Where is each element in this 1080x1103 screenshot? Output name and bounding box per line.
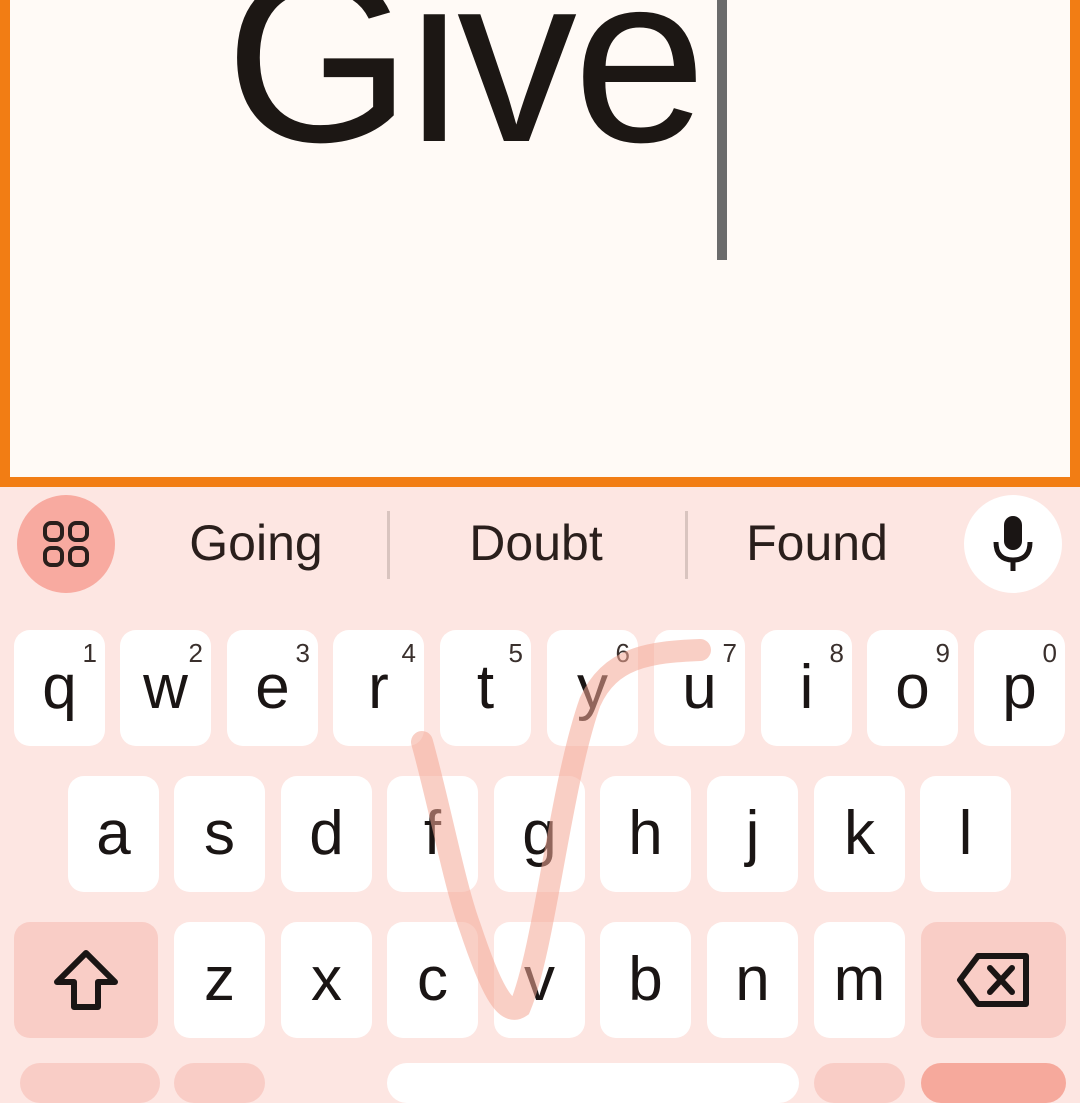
key-n[interactable]: n xyxy=(707,922,798,1038)
backspace-icon xyxy=(956,953,1029,1007)
suggestion-bar: Going Doubt Found xyxy=(0,487,1080,607)
key-w[interactable]: 2 w xyxy=(120,630,211,746)
key-g[interactable]: g xyxy=(494,776,585,892)
suggestion-1[interactable]: Going xyxy=(130,507,382,579)
period-key[interactable] xyxy=(814,1063,905,1103)
key-label: i xyxy=(799,653,814,722)
key-b[interactable]: b xyxy=(600,922,691,1038)
voice-input-button[interactable] xyxy=(964,495,1062,593)
key-label: t xyxy=(476,653,495,722)
shift-key[interactable] xyxy=(14,922,158,1038)
suggestion-2[interactable]: Doubt xyxy=(400,507,672,579)
key-label: d xyxy=(309,799,344,868)
key-label: l xyxy=(958,799,973,868)
key-f[interactable]: f xyxy=(387,776,478,892)
apps-button[interactable] xyxy=(17,495,115,593)
key-label: x xyxy=(311,945,342,1014)
microphone-icon xyxy=(993,516,1033,571)
key-label: b xyxy=(628,945,663,1014)
key-q[interactable]: 1 q xyxy=(14,630,105,746)
key-label: j xyxy=(745,799,760,868)
key-p[interactable]: 0 p xyxy=(974,630,1065,746)
key-l[interactable]: l xyxy=(920,776,1011,892)
key-label: v xyxy=(524,945,555,1014)
key-r[interactable]: 4 r xyxy=(333,630,424,746)
key-label: p xyxy=(1002,653,1037,722)
key-label: h xyxy=(628,799,663,868)
suggestion-3[interactable]: Found xyxy=(690,507,944,579)
key-label: y xyxy=(577,653,608,722)
key-label: u xyxy=(682,653,717,722)
key-j[interactable]: j xyxy=(707,776,798,892)
enter-key[interactable] xyxy=(921,1063,1066,1103)
key-m[interactable]: m xyxy=(814,922,905,1038)
comma-key[interactable] xyxy=(174,1063,265,1103)
key-label: s xyxy=(204,799,235,868)
key-label: m xyxy=(833,945,886,1014)
key-label: w xyxy=(143,653,188,722)
symbols-key[interactable] xyxy=(20,1063,160,1103)
key-z[interactable]: z xyxy=(174,922,265,1038)
key-y[interactable]: 6 y xyxy=(547,630,638,746)
key-label: q xyxy=(42,653,77,722)
apps-grid-icon xyxy=(43,521,89,567)
key-x[interactable]: x xyxy=(281,922,372,1038)
key-label: a xyxy=(96,799,131,868)
key-label: z xyxy=(204,945,235,1014)
key-d[interactable]: d xyxy=(281,776,372,892)
key-v[interactable]: v xyxy=(494,922,585,1038)
key-label: k xyxy=(844,799,875,868)
key-k[interactable]: k xyxy=(814,776,905,892)
key-s[interactable]: s xyxy=(174,776,265,892)
typed-text: Give xyxy=(225,0,706,192)
suggestion-divider xyxy=(685,511,688,579)
text-input-area[interactable]: Give xyxy=(0,0,1080,487)
backspace-key[interactable] xyxy=(921,922,1066,1038)
key-label: n xyxy=(735,945,770,1014)
suggestion-divider xyxy=(387,511,390,579)
key-h[interactable]: h xyxy=(600,776,691,892)
text-cursor xyxy=(717,0,727,260)
shift-arrow-icon xyxy=(54,950,118,1010)
key-label: r xyxy=(368,653,389,722)
on-screen-keyboard: Going Doubt Found 1 q 2 w 3 e 4 r 5 t 6 … xyxy=(0,487,1080,1103)
key-i[interactable]: 8 i xyxy=(761,630,852,746)
key-label: c xyxy=(417,945,448,1014)
key-t[interactable]: 5 t xyxy=(440,630,531,746)
key-label: e xyxy=(255,653,290,722)
key-o[interactable]: 9 o xyxy=(867,630,958,746)
space-key[interactable] xyxy=(387,1063,799,1103)
key-e[interactable]: 3 e xyxy=(227,630,318,746)
key-label: o xyxy=(895,653,930,722)
key-a[interactable]: a xyxy=(68,776,159,892)
key-c[interactable]: c xyxy=(387,922,478,1038)
key-u[interactable]: 7 u xyxy=(654,630,745,746)
key-label: f xyxy=(423,799,442,868)
key-label: g xyxy=(522,799,557,868)
